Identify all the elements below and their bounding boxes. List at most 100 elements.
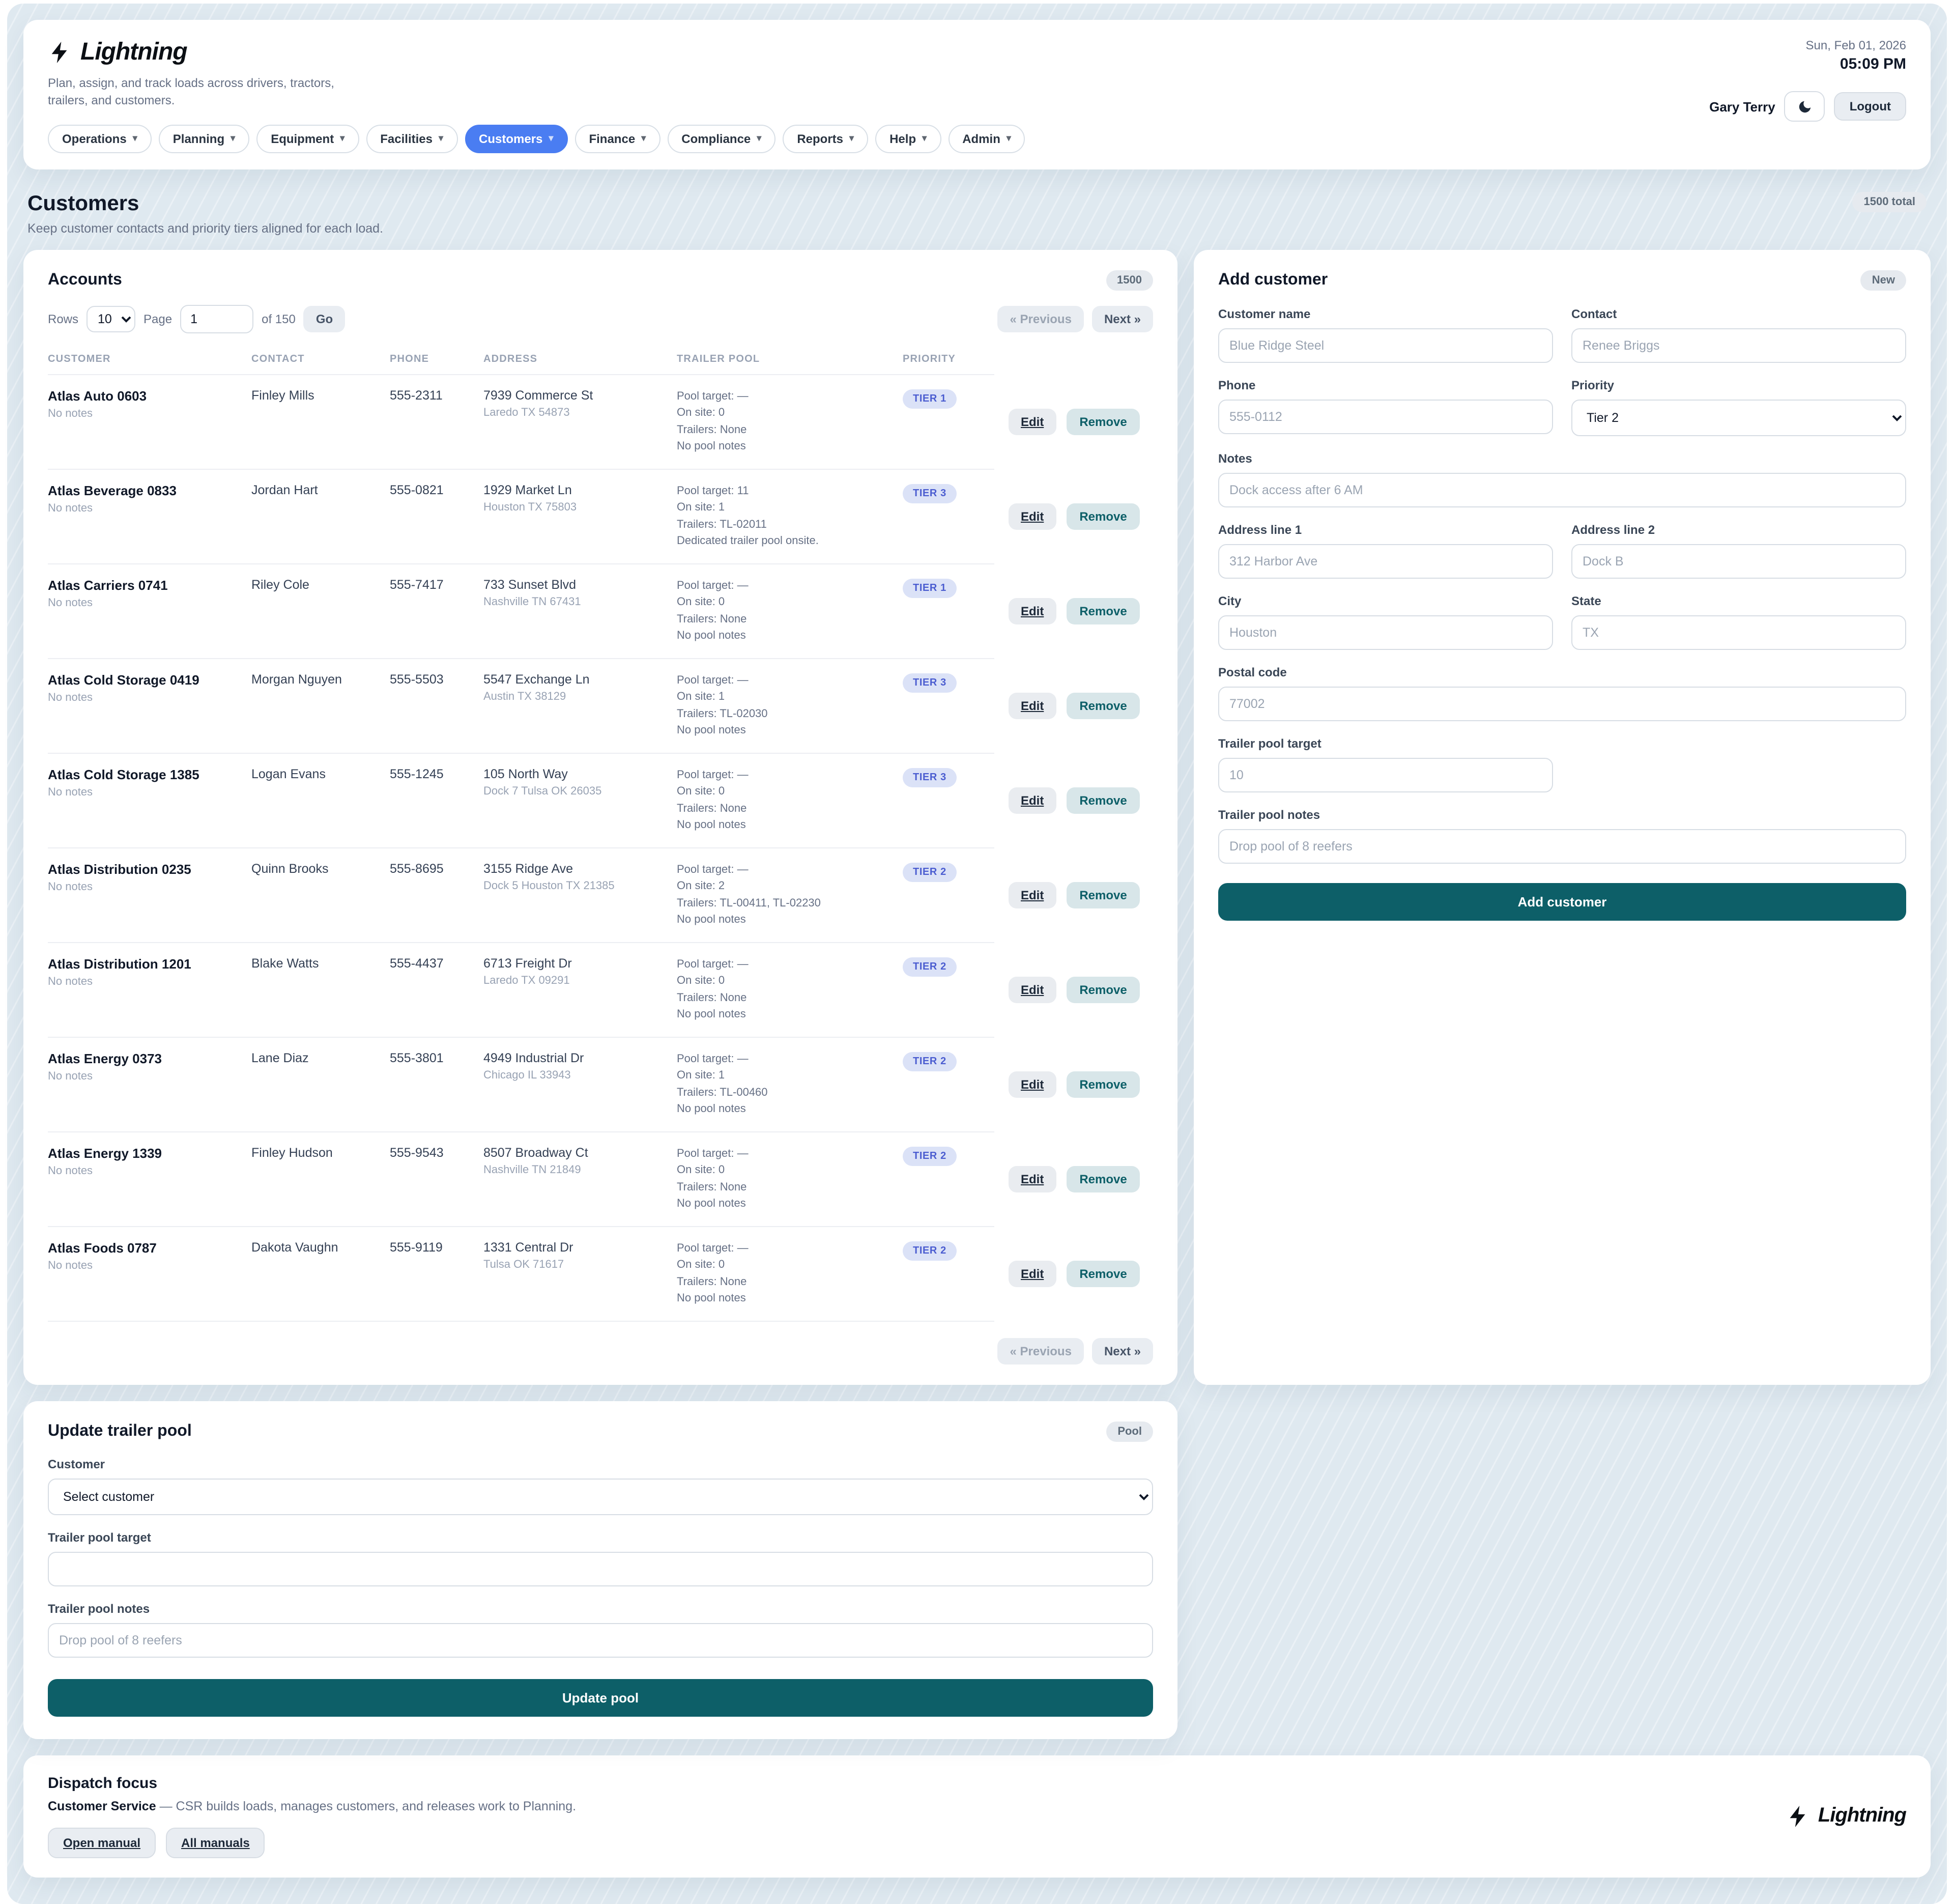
priority-label: Priority: [1571, 378, 1906, 392]
priority-badge: TIER 1: [903, 389, 957, 409]
edit-button[interactable]: Edit: [1009, 504, 1056, 530]
new-badge: New: [1861, 270, 1906, 291]
nav-help[interactable]: Help▾: [875, 125, 941, 153]
trailer-pool-info: Pool target: —On site: 0Trailers: NoneNo…: [677, 1240, 903, 1308]
col-address: Address: [483, 354, 677, 365]
priority-select[interactable]: Tier 2: [1571, 400, 1906, 436]
nav-equipment[interactable]: Equipment▾: [256, 125, 359, 153]
contact-field[interactable]: [1571, 328, 1906, 363]
trailer-pool-info: Pool target: —On site: 1Trailers: TL-004…: [677, 1051, 903, 1118]
app-canvas: Lightning Plan, assign, and track loads …: [0, 4, 1954, 1904]
remove-button[interactable]: Remove: [1066, 693, 1140, 720]
address-line1: 733 Sunset Blvd: [483, 578, 677, 592]
page-input[interactable]: [180, 305, 253, 333]
update-pool-notes-field[interactable]: [48, 1623, 1153, 1658]
notes-label: Notes: [1218, 451, 1906, 466]
pool-target-field[interactable]: [1218, 758, 1553, 792]
nav-finance[interactable]: Finance▾: [574, 125, 660, 153]
phone-label: Phone: [1218, 378, 1553, 392]
customer-notes: No notes: [48, 881, 251, 893]
edit-button[interactable]: Edit: [1009, 693, 1056, 720]
phone-number: 555-7417: [390, 578, 483, 592]
nav-admin[interactable]: Admin▾: [948, 125, 1025, 153]
city-field[interactable]: [1218, 615, 1553, 650]
nav-compliance[interactable]: Compliance▾: [667, 125, 775, 153]
remove-button[interactable]: Remove: [1066, 1261, 1140, 1288]
moon-icon: [1797, 99, 1813, 114]
customer-name: Atlas Energy 0373: [48, 1051, 251, 1066]
trailer-pool-info: Pool target: —On site: 0Trailers: NoneNo…: [677, 956, 903, 1024]
theme-toggle-button[interactable]: [1785, 91, 1825, 122]
edit-button[interactable]: Edit: [1009, 1261, 1056, 1288]
address-line1: 8507 Broadway Ct: [483, 1146, 677, 1160]
remove-button[interactable]: Remove: [1066, 883, 1140, 909]
next-page-button[interactable]: Next »: [1092, 306, 1153, 332]
update-pool-target-label: Trailer pool target: [48, 1530, 1153, 1545]
pool-customer-select[interactable]: Select customer: [48, 1479, 1153, 1515]
page-head: Customers Keep customer contacts and pri…: [23, 169, 1931, 250]
notes-field[interactable]: [1218, 473, 1906, 507]
brand-title: Lightning: [80, 38, 187, 67]
customer-notes: No notes: [48, 786, 251, 799]
contact-label: Contact: [1571, 307, 1906, 321]
edit-button[interactable]: Edit: [1009, 883, 1056, 909]
chevron-down-icon: ▾: [340, 133, 344, 145]
open-manual-button[interactable]: Open manual: [48, 1828, 156, 1858]
address2-field[interactable]: [1571, 544, 1906, 579]
accounts-card: Accounts 1500 Rows 10 Page of 150 Go « P…: [23, 250, 1177, 1385]
contact-name: Blake Watts: [251, 956, 390, 971]
dispatch-focus-left: Dispatch focus Customer Service — CSR bu…: [48, 1775, 576, 1858]
nav-planning[interactable]: Planning▾: [159, 125, 249, 153]
logout-button[interactable]: Logout: [1834, 92, 1906, 121]
phone-field[interactable]: [1218, 400, 1553, 434]
remove-button[interactable]: Remove: [1066, 788, 1140, 814]
update-pool-button[interactable]: Update pool: [48, 1679, 1153, 1717]
address-line2: Chicago IL 33943: [483, 1069, 677, 1082]
customer-notes: No notes: [48, 1070, 251, 1083]
pool-notes-field[interactable]: [1218, 829, 1906, 864]
rows-label: Rows: [48, 312, 78, 326]
page-subtitle: Keep customer contacts and priority tier…: [27, 221, 383, 236]
page-background: Lightning Plan, assign, and track loads …: [7, 4, 1947, 1904]
next-page-button-bottom[interactable]: Next »: [1092, 1338, 1153, 1365]
add-customer-button[interactable]: Add customer: [1218, 883, 1906, 921]
edit-button[interactable]: Edit: [1009, 977, 1056, 1004]
address-line2: Dock 5 Houston TX 21385: [483, 880, 677, 892]
previous-page-button-bottom[interactable]: « Previous: [998, 1338, 1084, 1365]
remove-button[interactable]: Remove: [1066, 504, 1140, 530]
nav-operations[interactable]: Operations▾: [48, 125, 152, 153]
previous-page-button[interactable]: « Previous: [998, 306, 1084, 332]
header-right: Sun, Feb 01, 2026 05:09 PM Gary Terry Lo…: [1709, 38, 1906, 153]
nav-reports[interactable]: Reports▾: [783, 125, 868, 153]
customer-notes: No notes: [48, 408, 251, 420]
page-title: Customers: [27, 192, 383, 216]
postal-code-field[interactable]: [1218, 687, 1906, 721]
table-row: Atlas Auto 0603 No notes Finley Mills 55…: [48, 375, 1153, 470]
edit-button[interactable]: Edit: [1009, 599, 1056, 625]
contact-name: Dakota Vaughn: [251, 1240, 390, 1255]
nav-facilities[interactable]: Facilities▾: [366, 125, 457, 153]
remove-button[interactable]: Remove: [1066, 1167, 1140, 1193]
edit-button[interactable]: Edit: [1009, 409, 1056, 436]
go-button[interactable]: Go: [304, 306, 345, 332]
nav-customers[interactable]: Customers▾: [465, 125, 567, 153]
table-row: Atlas Foods 0787 No notes Dakota Vaughn …: [48, 1227, 1153, 1322]
state-field[interactable]: [1571, 615, 1906, 650]
chevron-down-icon: ▾: [231, 133, 235, 145]
all-manuals-button[interactable]: All manuals: [166, 1828, 265, 1858]
city-label: City: [1218, 594, 1553, 608]
remove-button[interactable]: Remove: [1066, 1072, 1140, 1098]
update-pool-target-field[interactable]: [48, 1552, 1153, 1586]
edit-button[interactable]: Edit: [1009, 788, 1056, 814]
remove-button[interactable]: Remove: [1066, 409, 1140, 436]
edit-button[interactable]: Edit: [1009, 1167, 1056, 1193]
remove-button[interactable]: Remove: [1066, 977, 1140, 1004]
rows-per-page-select[interactable]: 10: [87, 306, 135, 332]
address1-field[interactable]: [1218, 544, 1553, 579]
remove-button[interactable]: Remove: [1066, 599, 1140, 625]
customer-name: Atlas Cold Storage 0419: [48, 672, 251, 688]
add-customer-card: Add customer New Customer name Contact P…: [1194, 250, 1931, 1385]
customer-name-field[interactable]: [1218, 328, 1553, 363]
dispatch-focus-title: Dispatch focus: [48, 1775, 576, 1792]
edit-button[interactable]: Edit: [1009, 1072, 1056, 1098]
